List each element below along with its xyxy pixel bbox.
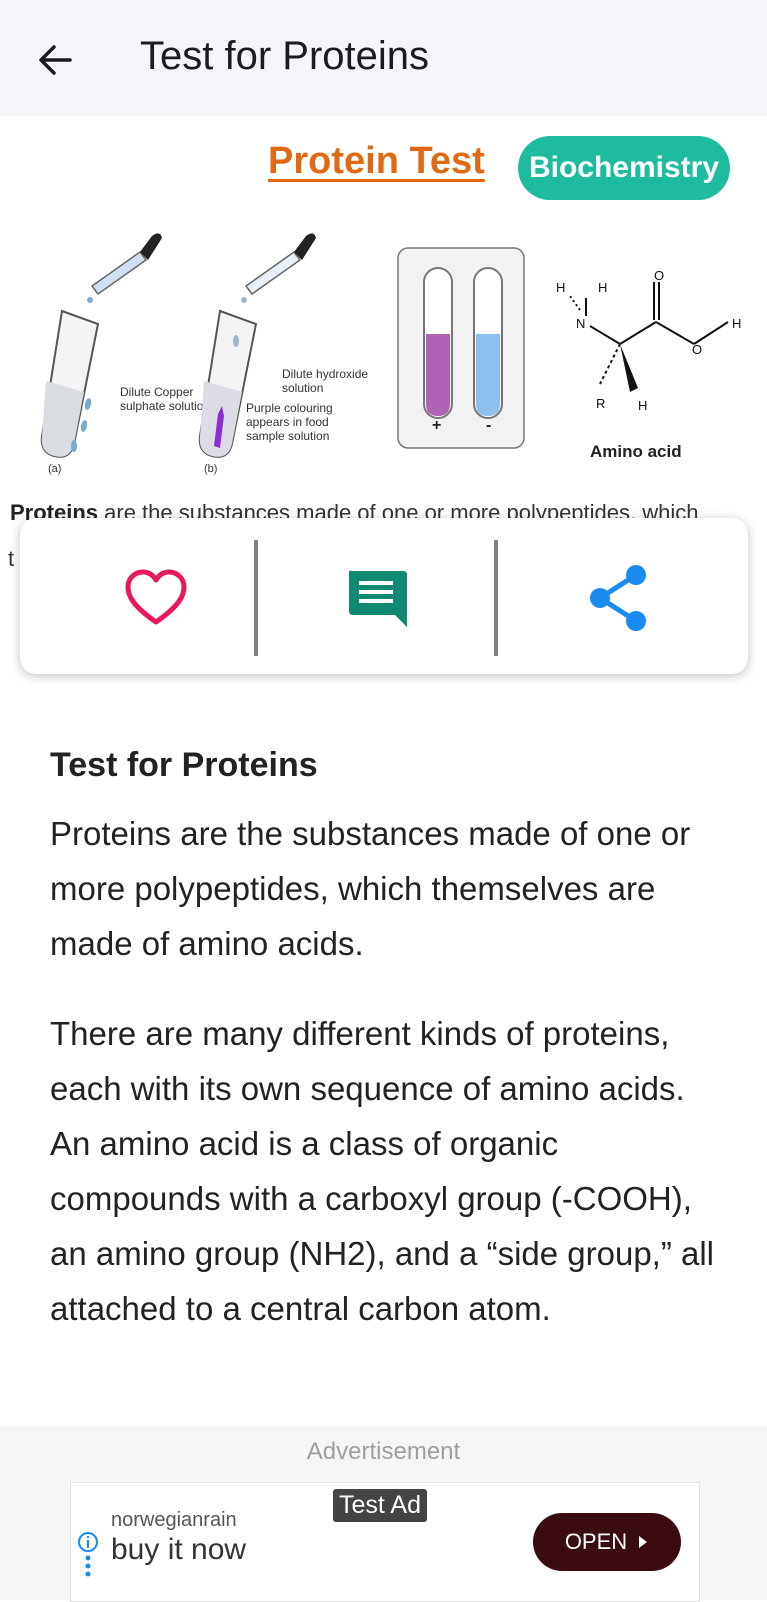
hero-image: Protein Test Biochemistry Dilute Copper …	[0, 116, 767, 516]
back-button[interactable]	[34, 38, 78, 82]
figure-label-b: (b)	[204, 463, 217, 475]
article-title: Test for Proteins	[50, 746, 318, 784]
ad-info-button[interactable]	[77, 1531, 99, 1581]
figure-label-a: (a)	[48, 463, 61, 475]
atom-o-top: O	[654, 268, 664, 283]
hero-title: Protein Test	[268, 140, 485, 182]
article-paragraph-2: There are many different kinds of protei…	[50, 1015, 715, 1327]
comment-button[interactable]	[336, 558, 416, 638]
amino-acid-structure	[569, 282, 729, 392]
purple-label-2: appears in food	[246, 415, 329, 429]
play-arrow-icon	[639, 1536, 648, 1548]
share-icon	[590, 565, 646, 631]
atom-h-n2: H	[598, 280, 607, 295]
info-icon	[78, 1532, 98, 1577]
atom-h-n1: H	[556, 280, 565, 295]
dropper-b	[241, 233, 316, 303]
atom-h-oh: H	[732, 316, 741, 331]
amino-acid-caption: Amino acid	[590, 442, 682, 461]
arrow-left-icon	[39, 45, 72, 75]
action-divider	[254, 540, 258, 656]
comment-icon	[349, 571, 407, 627]
action-divider	[494, 540, 498, 656]
ad-advertiser: norwegianrain	[111, 1509, 237, 1531]
like-button[interactable]	[116, 558, 196, 638]
ad-open-label: OPEN	[564, 1529, 628, 1554]
ad-section: Advertisement Test Ad norwegianrain buy …	[0, 1426, 767, 1602]
positive-sign: +	[432, 417, 441, 434]
purple-label-1: Purple colouring	[246, 401, 333, 415]
app-bar: Test for Proteins	[0, 0, 767, 116]
ad-label: Advertisement	[306, 1438, 461, 1465]
atom-r: R	[596, 396, 605, 411]
ad-headline: buy it now	[111, 1533, 247, 1566]
hero-tag-badge: Biochemistry	[518, 136, 730, 200]
dropper-a	[87, 233, 162, 303]
atom-o-side: O	[692, 342, 702, 357]
negative-sign: -	[486, 417, 491, 434]
ad-banner[interactable]: Test Ad norwegianrain buy it now OPEN	[70, 1482, 700, 1602]
reagent-a-label-1: Dilute Copper	[120, 385, 193, 399]
protein-test-figure: Dilute Copper sulphate solution (a) Dilu…	[40, 233, 741, 475]
purple-label-3: sample solution	[246, 429, 329, 443]
obscured-text-peek: t	[8, 546, 15, 571]
atom-n: N	[576, 316, 585, 331]
article-paragraph-1: Proteins are the substances made of one …	[50, 815, 691, 962]
atom-h-alpha: H	[638, 398, 647, 413]
heart-icon	[125, 569, 187, 625]
reagent-a-label-2: sulphate solution	[120, 399, 210, 413]
reagent-b-label-2: solution	[282, 381, 323, 395]
reagent-b-label-1: Dilute hydroxide	[282, 367, 368, 381]
share-button[interactable]	[578, 558, 658, 638]
action-bar	[20, 518, 748, 674]
ad-open-button[interactable]: OPEN	[533, 1513, 681, 1571]
page-title: Test for Proteins	[140, 34, 430, 78]
test-tube-a	[40, 309, 100, 458]
test-ad-badge: Test Ad	[333, 1489, 427, 1522]
biuret-comparison-box: + -	[397, 247, 525, 449]
